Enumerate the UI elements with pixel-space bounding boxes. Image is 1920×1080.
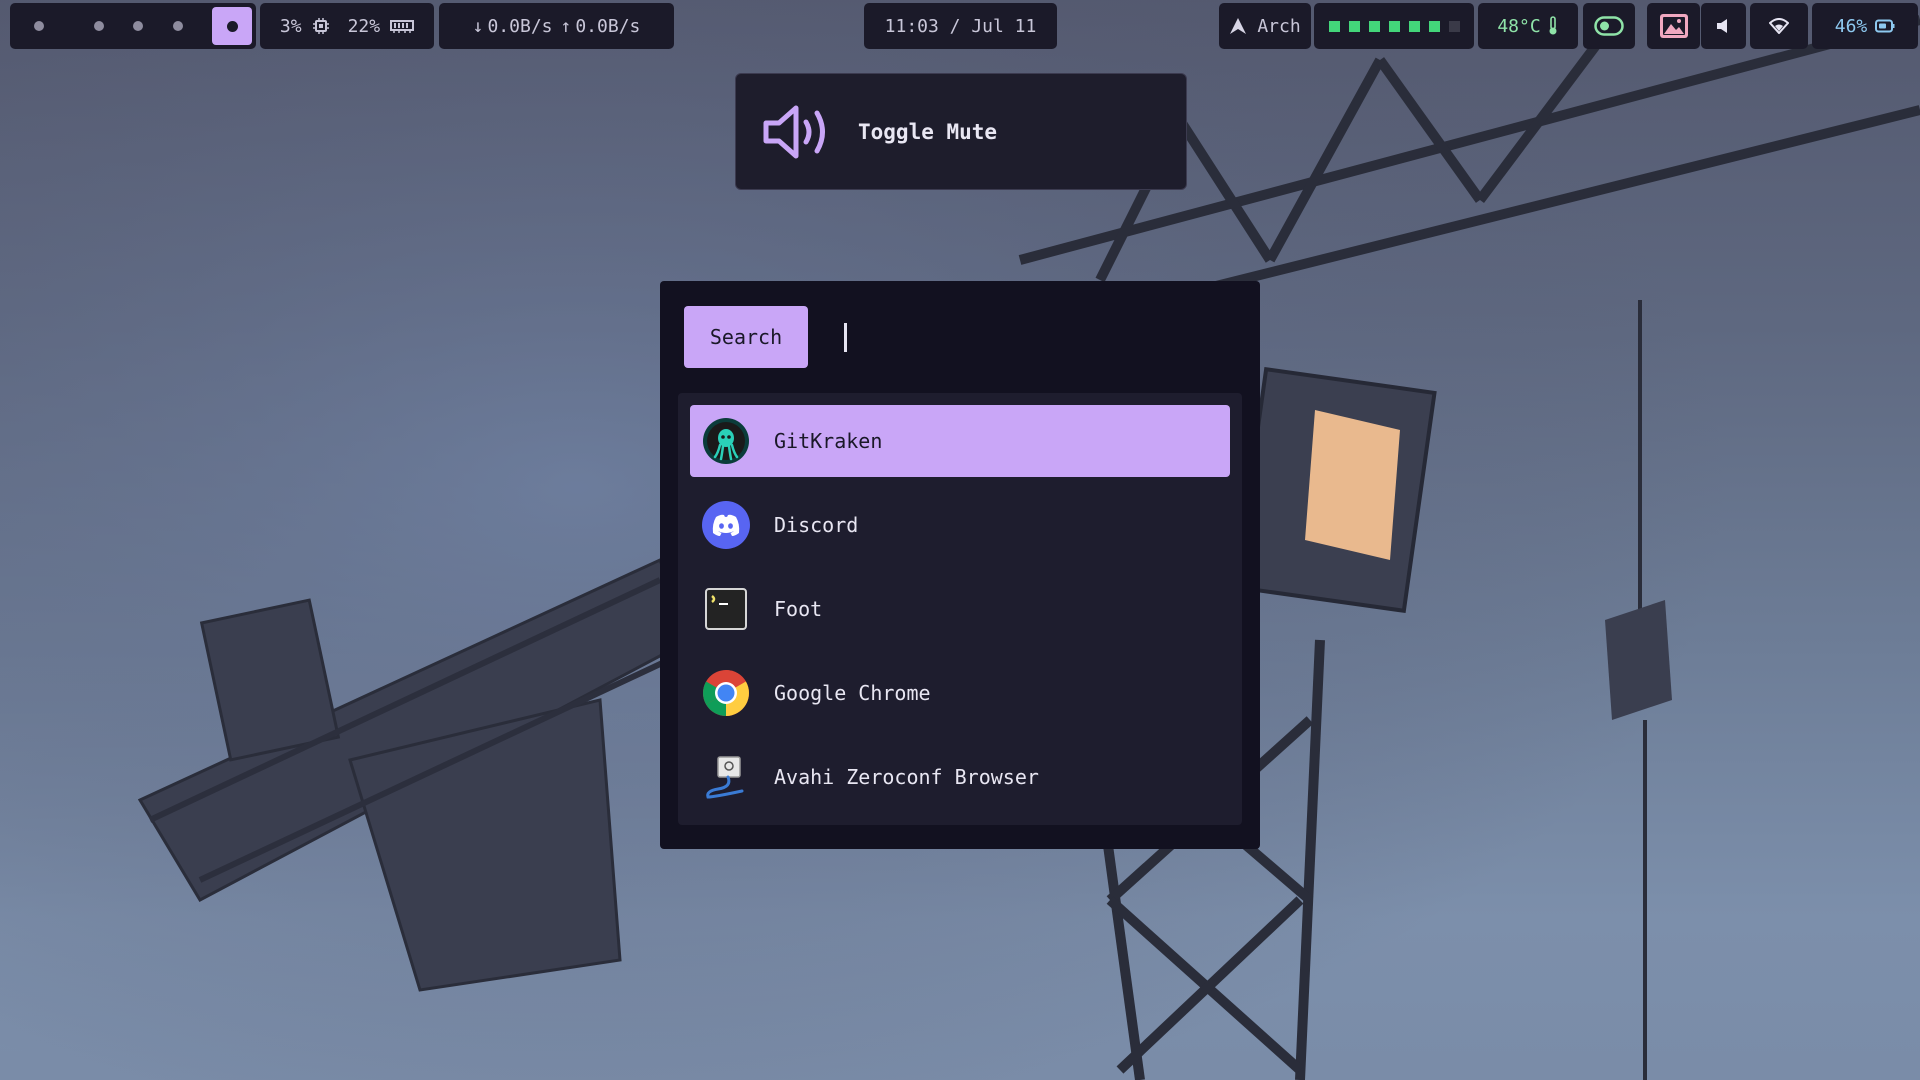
cpu-usage: 3% (279, 15, 302, 37)
temperature: 48°C (1478, 3, 1578, 49)
toggle-icon (1594, 16, 1624, 36)
workspace-5-button-active[interactable] (212, 7, 252, 45)
list-item-label: Google Chrome (774, 681, 931, 705)
image-icon (1659, 14, 1688, 38)
upload-speed: 0.0B/s (575, 15, 641, 37)
distro-name: Arch (1257, 15, 1301, 37)
search-button[interactable]: Search (684, 306, 808, 368)
volume-icon (1716, 19, 1727, 33)
system-stats: 3% 22% (260, 3, 434, 49)
visualizer-bar (1328, 20, 1340, 32)
idle-inhibitor-toggle[interactable] (1583, 3, 1635, 49)
workspace-3-button[interactable] (133, 21, 143, 31)
avahi-icon (706, 756, 744, 799)
list-item-label: Avahi Zeroconf Browser (774, 765, 1039, 789)
visualizer-bar (1348, 20, 1360, 32)
battery-status[interactable]: 46% (1812, 3, 1918, 49)
workspace-1-button[interactable] (34, 21, 44, 31)
speaker-icon (763, 105, 825, 158)
network-speed: ↓ 0.0B/s ↑ 0.0B/s (439, 3, 674, 49)
thermometer-icon (1549, 16, 1557, 35)
list-item-google-chrome[interactable]: Google Chrome (690, 657, 1230, 729)
upload-arrow-icon: ↑ (560, 15, 572, 37)
visualizer-bar (1388, 20, 1400, 32)
list-item-discord[interactable]: Discord (690, 489, 1230, 561)
wifi-status[interactable] (1750, 3, 1808, 49)
results-list: GitKraken Discord Foot Google Chrome Ava… (678, 393, 1242, 825)
distro-label[interactable]: Arch (1219, 3, 1311, 49)
workspace-switcher (10, 3, 256, 49)
memory-icon (390, 20, 415, 33)
list-item-label: Foot (774, 597, 823, 621)
gitkraken-icon (703, 418, 749, 464)
download-arrow-icon: ↓ (472, 15, 484, 37)
discord-icon (702, 501, 750, 549)
clock-text: 11:03 / Jul 11 (884, 15, 1037, 37)
osd-label: Toggle Mute (858, 119, 998, 144)
cpu-icon (312, 18, 329, 34)
list-item-avahi-zeroconf-browser[interactable]: Avahi Zeroconf Browser (690, 741, 1230, 813)
clock[interactable]: 11:03 / Jul 11 (864, 3, 1057, 49)
temperature-value: 48°C (1497, 15, 1541, 37)
search-button-label: Search (709, 325, 783, 349)
app-launcher: Search GitKraken Discord Foot Google Chr… (660, 281, 1260, 849)
list-item-label: Discord (774, 513, 859, 537)
download-speed: 0.0B/s (487, 15, 553, 37)
battery-icon (1875, 19, 1895, 33)
wifi-icon (1769, 18, 1789, 34)
chrome-icon (703, 670, 749, 716)
battery-percentage: 46% (1834, 15, 1868, 37)
visualizer-bar (1428, 20, 1440, 32)
workspace-4-button[interactable] (172, 21, 183, 31)
terminal-icon (705, 588, 747, 630)
list-item-foot[interactable]: Foot (690, 573, 1230, 645)
audio-visualizer (1314, 3, 1474, 49)
memory-usage: 22% (347, 15, 381, 37)
visualizer-bar (1448, 20, 1460, 32)
list-item-gitkraken[interactable]: GitKraken (690, 405, 1230, 477)
visualizer-bar (1368, 20, 1380, 32)
volume-control[interactable] (1701, 3, 1746, 49)
workspace-2-button[interactable] (93, 21, 104, 31)
list-item-label: GitKraken (774, 429, 883, 453)
osd-notification: Toggle Mute (735, 73, 1187, 190)
text-caret (844, 323, 847, 352)
wallpaper-button[interactable] (1647, 3, 1700, 49)
visualizer-bar (1408, 20, 1420, 32)
arch-logo-icon (1230, 18, 1247, 34)
search-input[interactable] (826, 306, 1240, 370)
